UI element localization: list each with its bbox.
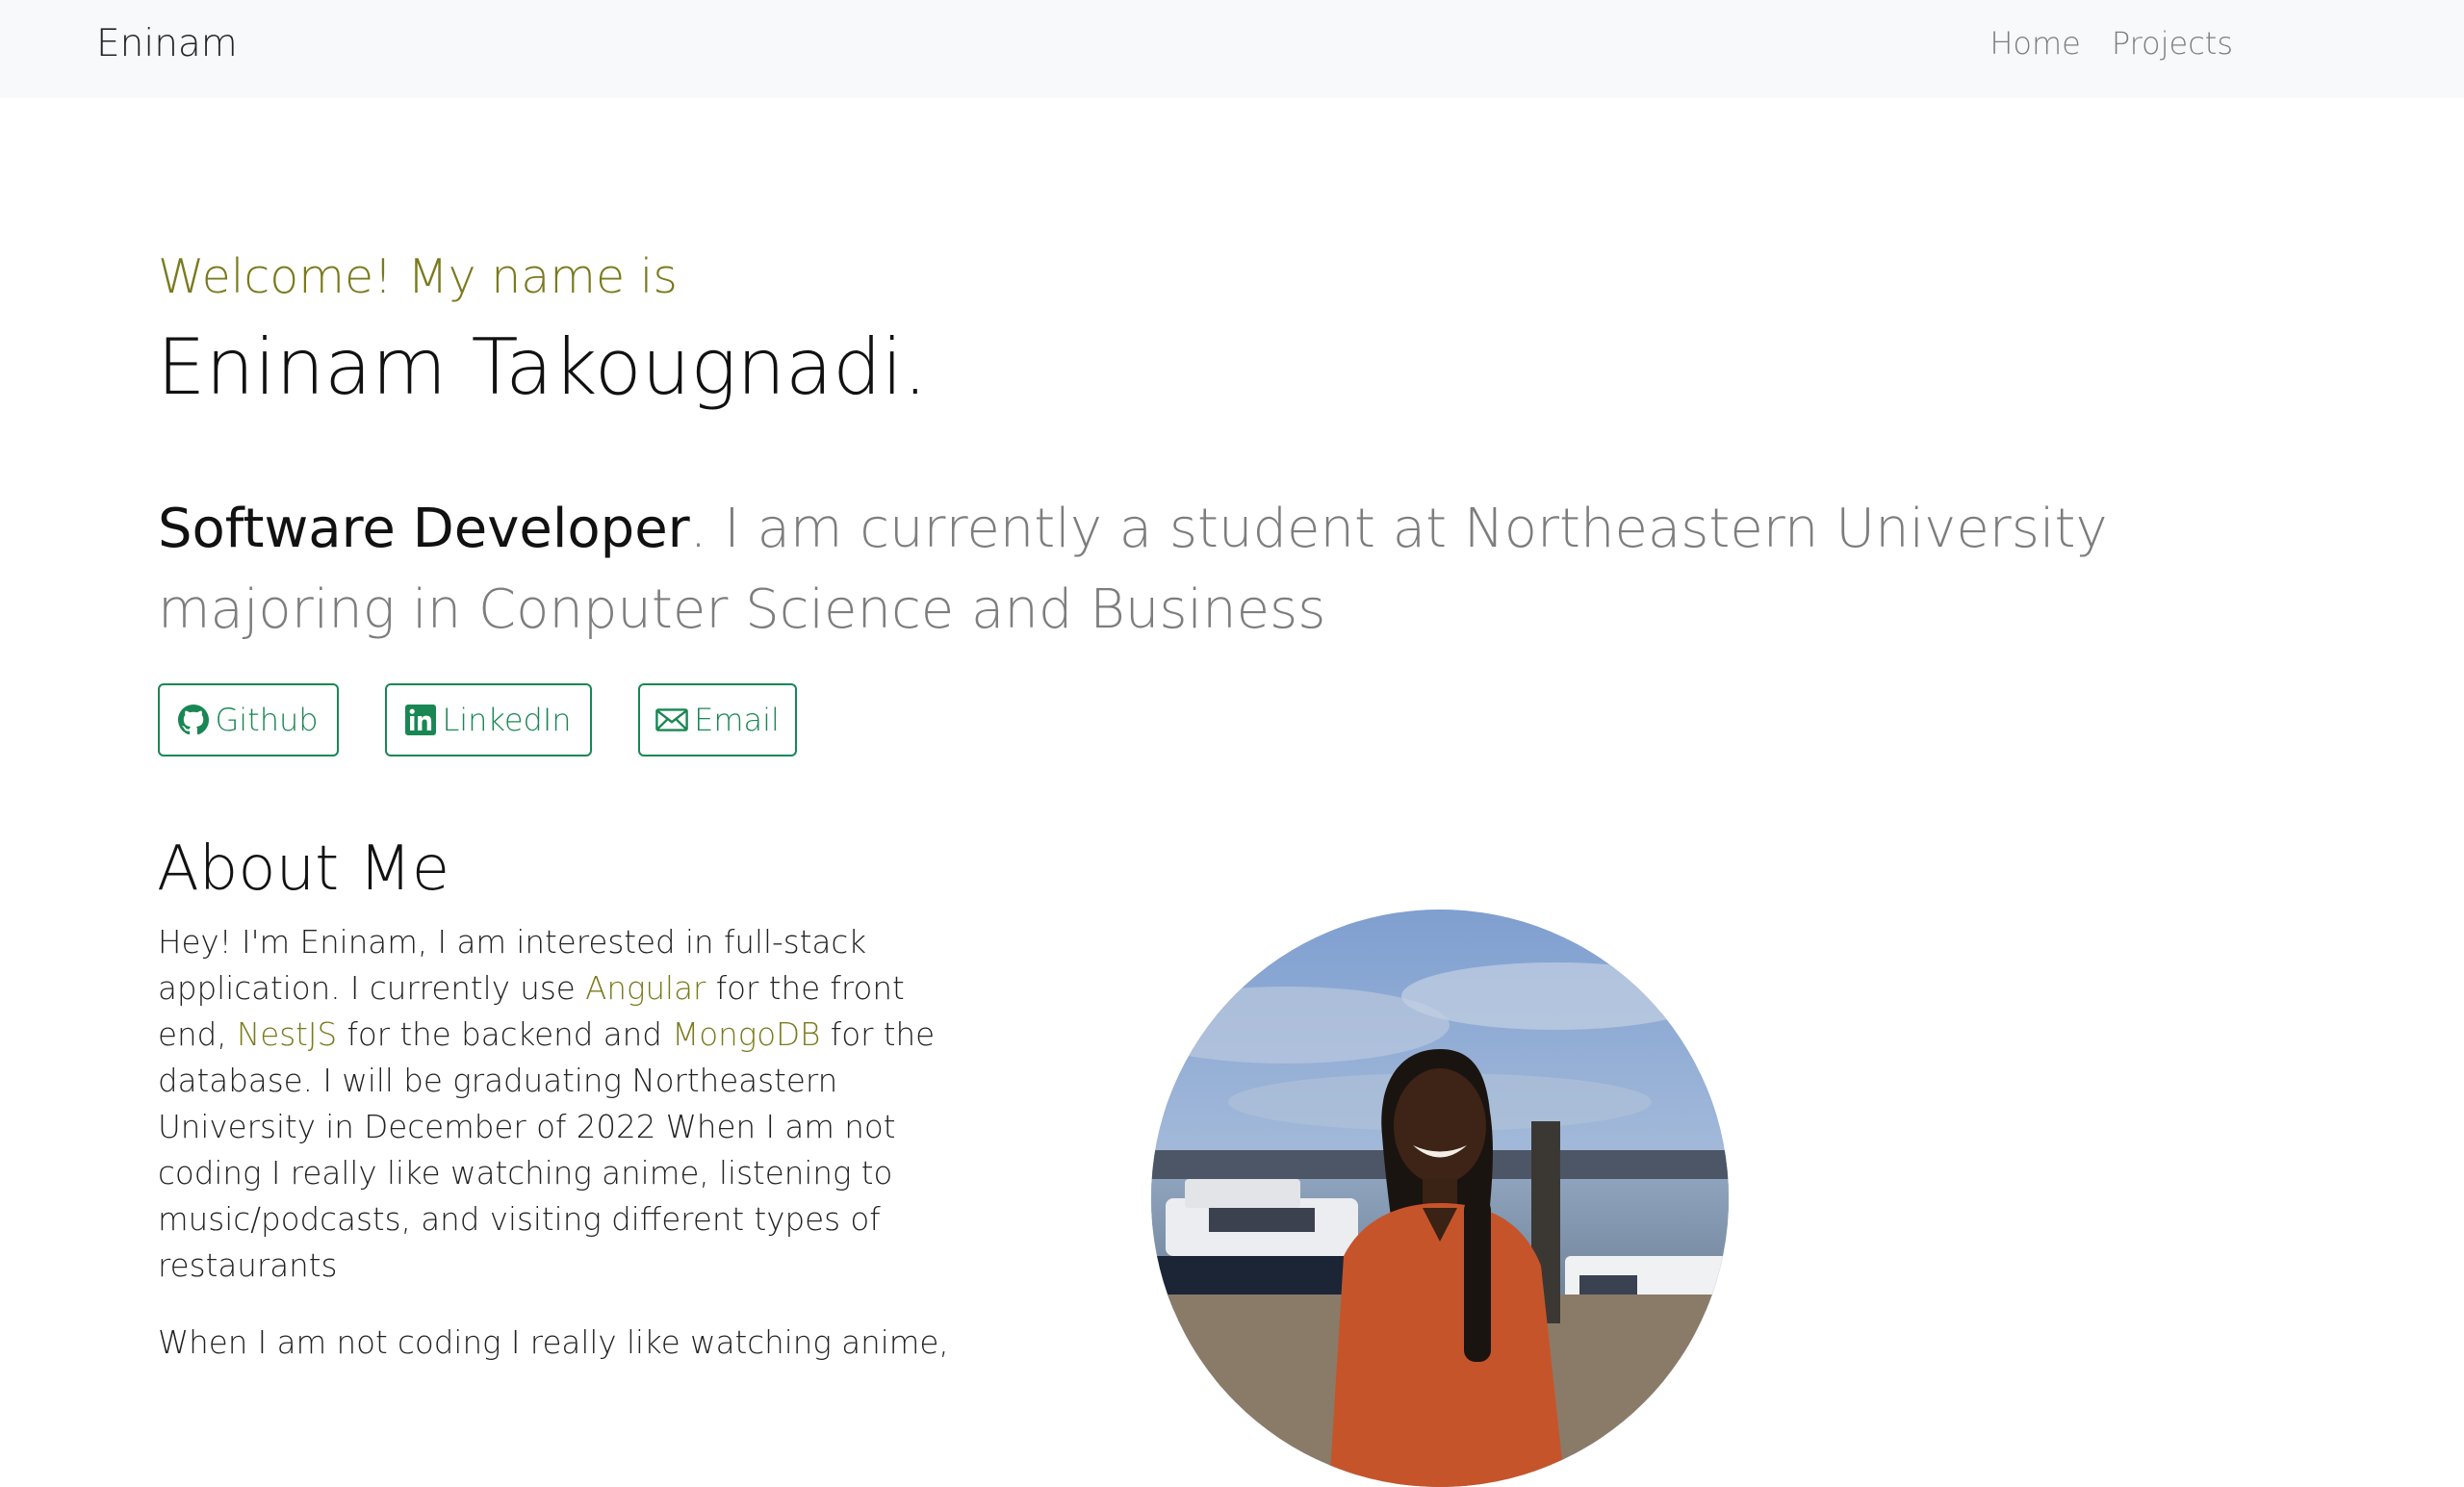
github-label: Github: [215, 702, 319, 738]
nav-link-home[interactable]: Home: [1989, 21, 2081, 65]
intro-text: Software Developer. I am currently a stu…: [158, 489, 2237, 651]
social-buttons: Github LinkedIn Email: [158, 683, 843, 756]
envelope-icon: [655, 708, 688, 731]
about-heading: About Me: [157, 833, 450, 905]
navbar: Eninam Home Projects: [0, 0, 2464, 98]
mongodb-link[interactable]: MongoDB: [672, 1016, 820, 1053]
email-button[interactable]: Email: [638, 683, 797, 756]
about-text-segment: for the backend and: [337, 1016, 673, 1053]
linkedin-label: LinkedIn: [442, 702, 572, 738]
profile-photo: [1151, 910, 1729, 1487]
angular-link[interactable]: Angular: [585, 970, 706, 1007]
welcome-text: Welcome! My name is: [158, 249, 678, 304]
role-label: Software Developer: [158, 498, 690, 560]
about-text-segment: for the database. I will be graduating N…: [158, 1016, 936, 1284]
nav-links: Home Projects: [1989, 21, 2233, 65]
linkedin-button[interactable]: LinkedIn: [385, 683, 592, 756]
email-label: Email: [694, 702, 780, 738]
about-paragraph-1: Hey! I'm Eninam, I am interested in full…: [158, 919, 976, 1289]
about-text: Hey! I'm Eninam, I am interested in full…: [158, 919, 976, 1397]
linkedin-icon: [405, 705, 437, 735]
page-title: Eninam Takougnadi.: [157, 322, 928, 412]
about-paragraph-2: When I am not coding I really like watch…: [158, 1324, 949, 1361]
nav-link-projects[interactable]: Projects: [2112, 21, 2233, 65]
github-button[interactable]: Github: [158, 683, 339, 756]
profile-photo-illustration: [1151, 910, 1729, 1487]
navbar-brand[interactable]: Eninam: [96, 19, 238, 69]
nestjs-link[interactable]: NestJS: [237, 1016, 337, 1053]
github-icon: [178, 705, 210, 735]
